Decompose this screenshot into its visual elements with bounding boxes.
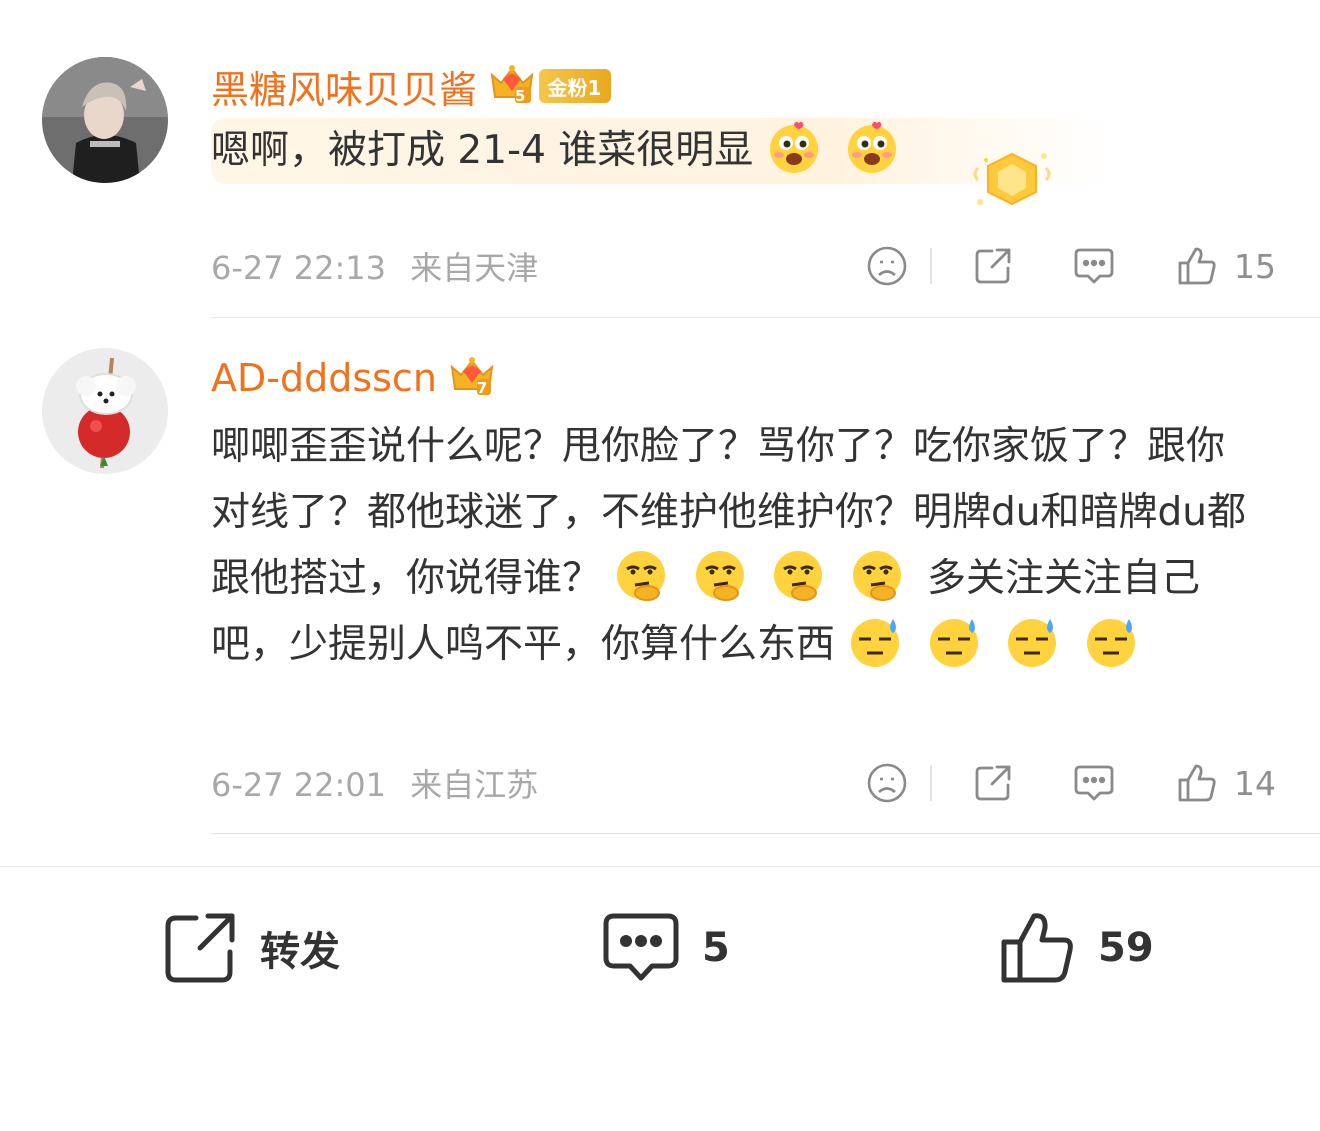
- like-button[interactable]: 59: [1000, 910, 1154, 986]
- avatar[interactable]: [42, 57, 168, 183]
- comment-time: 6-27 22:13: [211, 249, 387, 287]
- heart-eyes-emoji: [848, 121, 897, 173]
- thinking-emoji: [852, 551, 901, 601]
- comment-time: 6-27 22:01: [211, 766, 387, 804]
- crown-badge-icon[interactable]: [449, 355, 495, 401]
- thumbs-up-icon: [1178, 247, 1216, 285]
- sweat-emoji: [929, 619, 978, 667]
- repost-icon: [165, 913, 235, 983]
- comment-icon[interactable]: [1072, 245, 1116, 287]
- bottom-action-bar: 转发 5 59: [0, 880, 1320, 1020]
- thinking-emoji: [774, 551, 823, 601]
- repost-icon[interactable]: [972, 762, 1014, 804]
- like-count: 14: [1234, 763, 1276, 803]
- username[interactable]: 黑糖风味贝贝酱: [211, 59, 477, 114]
- repost-button[interactable]: 转发: [162, 910, 340, 986]
- dislike-icon[interactable]: [866, 762, 908, 804]
- thumbs-up-icon: [1178, 764, 1216, 802]
- thinking-emoji: [695, 551, 744, 601]
- comment-text: 嗯啊，被打成 21-4 谁菜很明显: [211, 128, 754, 173]
- like-button[interactable]: 15: [1176, 245, 1276, 287]
- fan-medal-icon: [970, 148, 1054, 216]
- divider: [211, 317, 1320, 318]
- thumbs-up-icon: [1001, 913, 1073, 983]
- repost-label: 转发: [260, 929, 340, 975]
- thinking-emoji: [617, 551, 666, 601]
- sweat-emoji: [1008, 619, 1057, 667]
- sweat-emoji: [1086, 619, 1135, 667]
- divider: [211, 833, 1320, 834]
- crown-badge-icon[interactable]: [489, 63, 535, 109]
- divider: [930, 765, 932, 801]
- divider: [930, 248, 932, 284]
- username[interactable]: AD-dddsscn: [211, 356, 437, 400]
- crown-level: 5: [515, 87, 526, 105]
- sweat-emoji: [851, 619, 900, 667]
- comment-location: 来自天津: [410, 249, 539, 287]
- comment-count: 5: [702, 925, 730, 971]
- comment-meta: 6-27 22:01 来自江苏: [211, 760, 538, 806]
- like-count: 59: [1098, 925, 1154, 971]
- thinking-emoji-group: [613, 551, 927, 601]
- heart-eyes-emoji: [769, 121, 818, 173]
- comment-icon[interactable]: [1072, 762, 1116, 804]
- repost-icon[interactable]: [972, 245, 1014, 287]
- comment-location: 来自江苏: [410, 766, 539, 804]
- comment-button[interactable]: 5: [602, 910, 730, 986]
- sweat-emoji-group: [847, 619, 1148, 667]
- like-button[interactable]: 14: [1176, 762, 1276, 804]
- divider: [0, 866, 1320, 867]
- comment-icon: [603, 913, 679, 981]
- comment-meta: 6-27 22:13 来自天津: [211, 243, 538, 289]
- crown-level: 7: [476, 379, 488, 397]
- fan-badge[interactable]: 金粉1: [539, 69, 612, 103]
- avatar[interactable]: [42, 348, 168, 474]
- dislike-icon[interactable]: [866, 245, 908, 287]
- like-count: 15: [1234, 246, 1276, 286]
